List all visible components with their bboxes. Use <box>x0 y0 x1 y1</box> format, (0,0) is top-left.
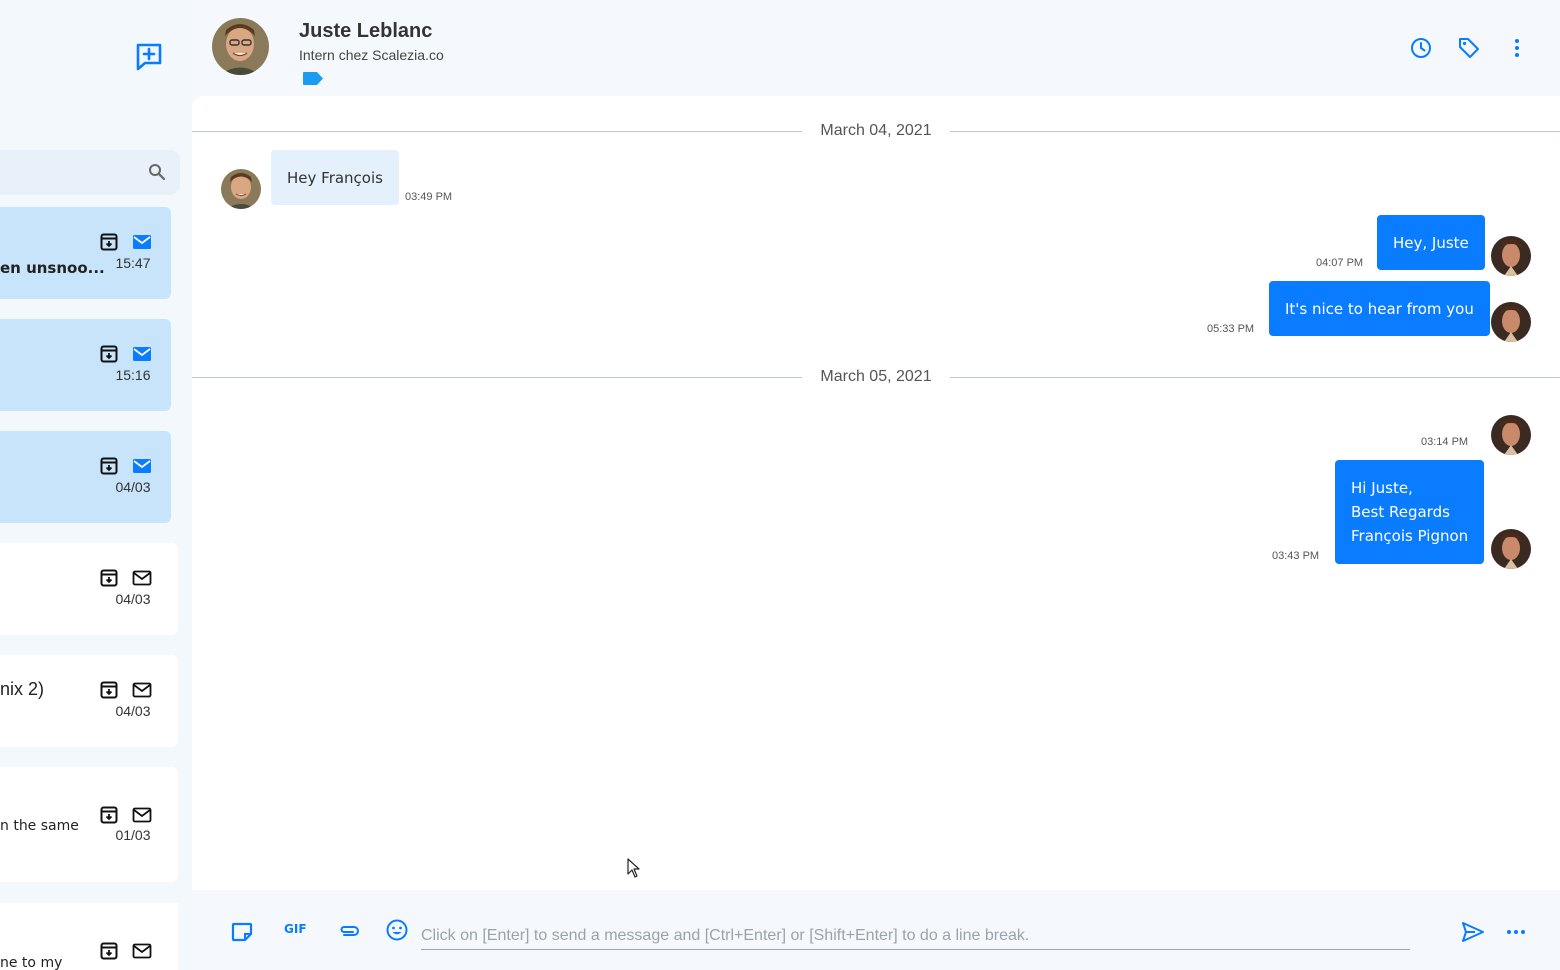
message-bubble-outgoing: Hi Juste, Best Regards François Pignon <box>1335 460 1485 564</box>
mail-outline-icon[interactable] <box>132 943 152 959</box>
separator-line <box>950 131 1560 132</box>
my-avatar <box>1491 236 1531 276</box>
gif-button[interactable]: GIF <box>284 922 308 946</box>
contact-tag-icon[interactable] <box>302 71 324 86</box>
contact-avatar[interactable] <box>212 18 269 75</box>
contact-name: Juste Leblanc <box>299 20 433 42</box>
send-icon[interactable] <box>1461 920 1485 944</box>
sidebar-header <box>0 0 192 96</box>
message-time: 03:49 PM <box>405 191 453 203</box>
message-text: Hey François <box>287 168 383 187</box>
message-bubble-incoming: Hey François <box>271 150 399 205</box>
date-label: March 04, 2021 <box>820 122 932 139</box>
mail-outline-icon[interactable] <box>132 807 152 823</box>
message-bubble-outgoing: Hey, Juste <box>1377 215 1485 270</box>
conversation-time: 15:47 <box>115 255 151 271</box>
message-text-line: Hi Juste, <box>1351 479 1413 497</box>
date-label: March 05, 2021 <box>820 368 932 385</box>
message-time: 05:33 PM <box>1207 323 1255 335</box>
separator-line <box>192 377 802 378</box>
mail-icon[interactable] <box>132 346 152 362</box>
my-avatar <box>1491 529 1531 569</box>
mail-outline-icon[interactable] <box>132 570 152 586</box>
contact-subtitle: Intern chez Scalezia.co <box>299 47 444 63</box>
sender-avatar <box>221 169 261 209</box>
more-horizontal-icon[interactable] <box>1504 920 1528 944</box>
history-clock-icon[interactable] <box>1409 36 1433 60</box>
conversation-snippet: nix 2) <box>0 679 45 699</box>
conversation-snippet: ne to my <box>0 955 63 970</box>
chat-header: Juste Leblanc Intern chez Scalezia.co <box>192 0 1560 96</box>
template-note-icon[interactable] <box>230 920 254 944</box>
conversation-snippet: en unsnoo... <box>0 259 105 277</box>
date-separator: March 04, 2021 <box>192 96 1560 139</box>
separator-line <box>950 377 1560 378</box>
my-avatar <box>1491 302 1531 342</box>
attachment-paperclip-icon[interactable] <box>337 920 361 944</box>
conversation-time: 04/03 <box>115 591 151 607</box>
conversation-item[interactable]: 01/03 n the same <box>0 767 178 882</box>
more-vertical-icon[interactable] <box>1505 36 1529 60</box>
conversation-item[interactable]: ne to my <box>0 903 178 970</box>
conversation-time: 04/03 <box>115 479 151 495</box>
my-avatar <box>1491 415 1531 455</box>
archive-icon[interactable] <box>100 569 118 587</box>
archive-icon[interactable] <box>100 345 118 363</box>
emoji-icon[interactable] <box>385 918 409 942</box>
message-time: 03:14 PM <box>1421 436 1469 448</box>
message-text: It's nice to hear from you <box>1285 299 1474 318</box>
conversation-item[interactable]: 04/03 <box>0 543 178 635</box>
date-separator: March 05, 2021 <box>192 342 1560 385</box>
archive-icon[interactable] <box>100 457 118 475</box>
conversation-sidebar: 15:47 en unsnoo... 15:16 04/03 04/03 04/… <box>0 0 192 970</box>
conversation-item[interactable]: 04/03 <box>0 431 171 523</box>
message-composer: GIF <box>192 890 1560 970</box>
archive-icon[interactable] <box>100 681 118 699</box>
message-text-line: Best Regards <box>1351 503 1450 521</box>
conversation-item[interactable]: 15:47 en unsnoo... <box>0 207 171 299</box>
conversation-item[interactable]: 04/03 nix 2) <box>0 655 178 747</box>
mouse-cursor-icon <box>627 858 640 878</box>
message-bubble-outgoing: It's nice to hear from you <box>1269 281 1490 336</box>
message-text: Hey, Juste <box>1393 233 1469 252</box>
conversation-time: 01/03 <box>115 827 151 843</box>
archive-icon[interactable] <box>100 942 118 960</box>
message-text-line: François Pignon <box>1351 527 1469 545</box>
message-time: 04:07 PM <box>1316 257 1364 269</box>
archive-icon[interactable] <box>100 806 118 824</box>
separator-line <box>192 131 802 132</box>
tag-icon[interactable] <box>1457 36 1481 60</box>
conversation-snippet: n the same <box>0 818 79 834</box>
message-thread: March 04, 2021 Hey François 03:49 PM 04:… <box>192 96 1560 890</box>
search-icon[interactable] <box>147 162 167 182</box>
conversation-time: 04/03 <box>115 703 151 719</box>
new-conversation-icon[interactable] <box>134 41 164 71</box>
mail-icon[interactable] <box>132 458 152 474</box>
conversation-time: 15:16 <box>115 367 151 383</box>
mail-outline-icon[interactable] <box>132 682 152 698</box>
message-time: 03:43 PM <box>1272 550 1320 562</box>
archive-icon[interactable] <box>100 233 118 251</box>
mail-icon[interactable] <box>132 234 152 250</box>
message-input[interactable] <box>421 922 1410 950</box>
conversation-item[interactable]: 15:16 <box>0 319 171 411</box>
